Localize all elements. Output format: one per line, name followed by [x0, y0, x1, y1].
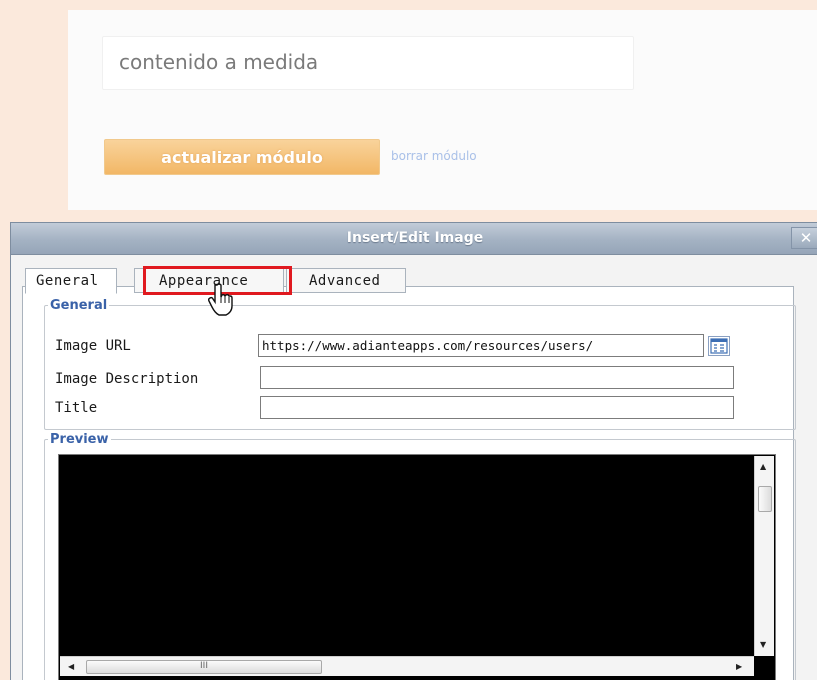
image-url-label: Image URL: [55, 338, 131, 354]
close-icon[interactable]: ✕: [791, 227, 817, 249]
tab-general[interactable]: General: [25, 268, 117, 294]
delete-module-link[interactable]: borrar módulo: [391, 149, 477, 163]
horizontal-scroll-thumb[interactable]: III: [86, 660, 322, 674]
preview-horizontal-scrollbar[interactable]: ◀ III ▶: [60, 656, 754, 676]
scroll-up-arrow-icon[interactable]: ▲: [760, 462, 766, 471]
browse-icon[interactable]: [708, 336, 730, 356]
image-preview-area: [58, 454, 776, 680]
image-description-label: Image Description: [55, 371, 199, 387]
tab-advanced[interactable]: Advanced: [286, 268, 406, 293]
dialog-title: Insert/Edit Image: [346, 230, 484, 246]
preview-legend: Preview: [50, 432, 109, 447]
general-legend: General: [50, 298, 108, 313]
scroll-down-arrow-icon[interactable]: ▼: [760, 640, 766, 649]
scroll-left-arrow-icon[interactable]: ◀: [68, 662, 74, 671]
hand-cursor-icon: [207, 282, 236, 322]
update-module-button[interactable]: actualizar módulo: [104, 139, 380, 175]
title-label: Title: [55, 400, 98, 416]
image-url-input[interactable]: https://www.adianteapps.com/resources/us…: [258, 334, 704, 357]
dialog-titlebar[interactable]: Insert/Edit Image ✕: [11, 223, 817, 255]
preview-vertical-scrollbar[interactable]: ▲ ▼: [754, 456, 774, 656]
content-name-input[interactable]: contenido a medida: [102, 36, 634, 90]
vertical-scroll-thumb[interactable]: [758, 486, 772, 512]
title-input[interactable]: [260, 396, 734, 419]
image-description-input[interactable]: [260, 366, 734, 389]
scroll-right-arrow-icon[interactable]: ▶: [736, 662, 742, 671]
